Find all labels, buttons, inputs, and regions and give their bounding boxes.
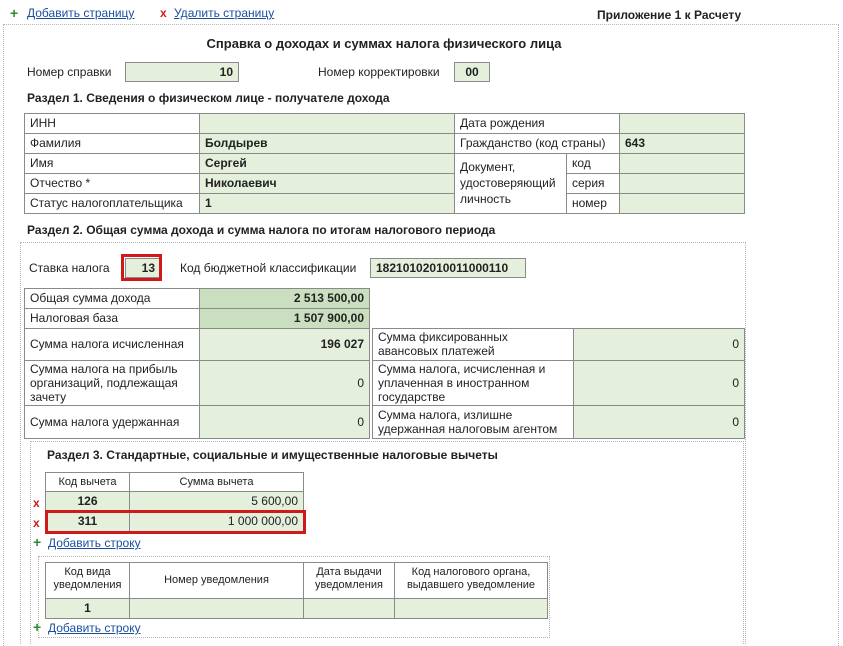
deduction-code-field[interactable]: 126 [45,491,130,512]
delete-page-link[interactable]: Удалить страницу [174,6,274,20]
birth-date-label: Дата рождения [454,113,620,134]
citizenship-field[interactable]: 643 [619,133,745,154]
deduction-code-header: Код вычета [45,472,130,492]
inn-label: ИНН [24,113,200,134]
tax-rate-label: Ставка налога [29,261,110,275]
section1-title: Раздел 1. Сведения о физическом лице - п… [27,91,390,105]
fixed-advance-label: Сумма фиксированных авансовых платежей [372,328,574,361]
appendix-label: Приложение 1 к Расчету [597,8,742,22]
section2-title: Раздел 2. Общая сумма дохода и сумма нал… [27,223,496,237]
kbk-label: Код бюджетной классификации [180,261,357,275]
name-label: Имя [24,153,200,174]
surname-field[interactable]: Болдырев [199,133,455,154]
add-row-icon[interactable]: + [33,619,41,635]
tax-calculated-label: Сумма налога исчисленная [24,328,200,361]
surname-label: Фамилия [24,133,200,154]
tax-base-field[interactable]: 1 507 900,00 [199,308,370,329]
identity-doc-label: Документ, удостоверяющий личность [454,153,567,214]
patronymic-label: Отчество * [24,173,200,194]
kbk-field[interactable]: 18210102010011000110 [370,258,526,278]
add-row-icon[interactable]: + [33,534,41,550]
overwithheld-field[interactable]: 0 [573,405,745,439]
taxpayer-status-label: Статус налогоплательщика [24,193,200,214]
profit-tax-label: Сумма налога на прибыль организаций, под… [24,360,200,406]
deduction-amount-header: Сумма вычета [129,472,304,492]
doc-number-field[interactable] [619,193,745,214]
inn-field[interactable] [199,113,455,134]
foreign-tax-field[interactable]: 0 [573,360,745,406]
deduction-amount-field[interactable]: 5 600,00 [129,491,304,512]
tax-withheld-field[interactable]: 0 [199,405,370,439]
page-title: Справка о доходах и суммах налога физиче… [206,36,562,51]
taxpayer-status-field[interactable]: 1 [199,193,455,214]
patronymic-field[interactable]: Николаевич [199,173,455,194]
citizenship-label: Гражданство (код страны) [454,133,620,154]
delete-row-icon[interactable]: x [33,516,40,530]
tax-rate-highlight [121,254,162,281]
doc-code-label: код [566,153,620,174]
cert-number-field[interactable]: 10 [125,62,239,82]
add-page-link[interactable]: Добавить страницу [27,6,134,20]
section3-title: Раздел 3. Стандартные, социальные и имущ… [47,448,498,462]
notice-date-header: Дата выдачи уведомления [303,562,395,599]
total-income-field[interactable]: 2 513 500,00 [199,288,370,309]
tax-base-label: Налоговая база [24,308,200,329]
notice-date-field[interactable] [303,598,395,619]
correction-number-label: Номер корректировки [318,65,440,79]
notice-type-field[interactable]: 1 [45,598,130,619]
doc-number-label: номер [566,193,620,214]
tax-withheld-label: Сумма налога удержанная [24,405,200,439]
profit-tax-field[interactable]: 0 [199,360,370,406]
doc-series-label: серия [566,173,620,194]
tax-calculated-field[interactable]: 196 027 [199,328,370,361]
delete-page-icon[interactable]: x [160,6,167,20]
add-row-link[interactable]: Добавить строку [48,536,141,550]
notice-authority-header: Код налогового органа, выдавшего уведомл… [394,562,548,599]
deduction-row-highlight [45,510,306,534]
correction-number-field[interactable]: 00 [454,62,490,82]
fixed-advance-field[interactable]: 0 [573,328,745,361]
foreign-tax-label: Сумма налога, исчисленная и уплаченная в… [372,360,574,406]
cert-number-label: Номер справки [27,65,112,79]
overwithheld-label: Сумма налога, излишне удержанная налогов… [372,405,574,439]
birth-date-field[interactable] [619,113,745,134]
name-field[interactable]: Сергей [199,153,455,174]
notice-type-header: Код вида уведомления [45,562,130,599]
add-page-icon[interactable]: + [10,5,18,21]
notice-number-header: Номер уведомления [129,562,304,599]
total-income-label: Общая сумма дохода [24,288,200,309]
doc-series-field[interactable] [619,173,745,194]
add-notice-row-link[interactable]: Добавить строку [48,621,141,635]
delete-row-icon[interactable]: x [33,496,40,510]
doc-code-field[interactable] [619,153,745,174]
notice-authority-field[interactable] [394,598,548,619]
notice-number-field[interactable] [129,598,304,619]
